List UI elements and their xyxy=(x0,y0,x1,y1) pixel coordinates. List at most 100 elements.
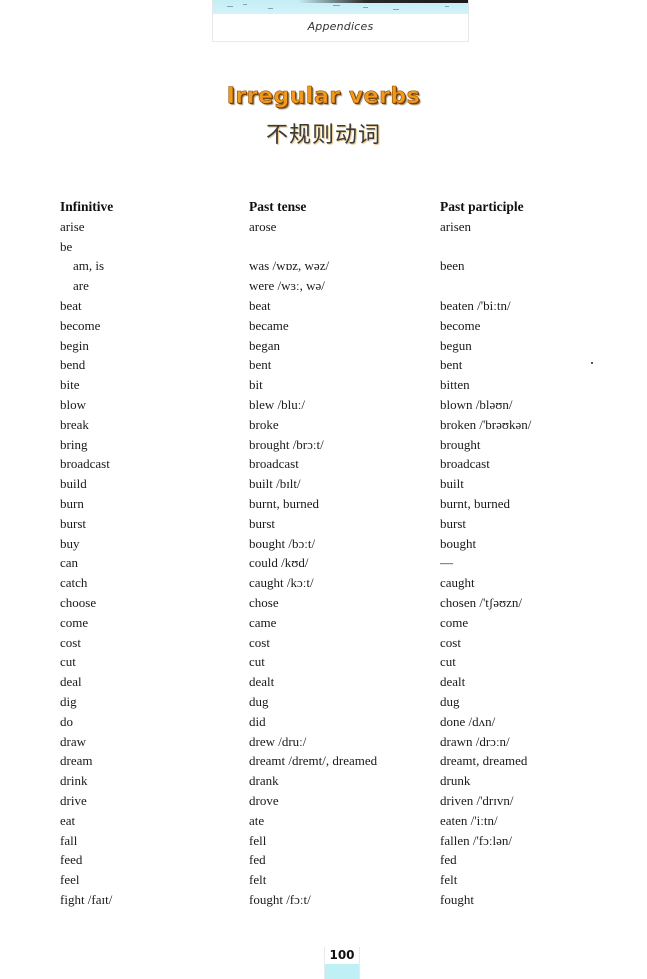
cell-infinitive: burn xyxy=(60,495,84,511)
cell-past-participle: burst xyxy=(440,515,466,531)
cell-infinitive: dig xyxy=(60,693,77,709)
cell-past-participle: dug xyxy=(440,693,460,709)
page-number-box: 100 xyxy=(324,947,360,979)
table-row: drive drove driven /'drɪvn/ xyxy=(60,791,600,811)
decorative-fleck xyxy=(243,4,247,5)
cell-infinitive: broadcast xyxy=(60,456,110,472)
cell-past-participle: caught xyxy=(440,575,475,591)
table-row: arise arose arisen xyxy=(60,217,600,237)
cell-past-participle: dealt xyxy=(440,674,466,690)
cell-infinitive: draw xyxy=(60,733,86,749)
cell-past-tense: dreamt /dremt/, dreamed xyxy=(249,753,378,769)
cell-past-participle: — xyxy=(440,555,453,571)
column-header-infinitive: Infinitive xyxy=(60,199,114,214)
cell-infinitive: can xyxy=(60,555,79,571)
cell-past-tense: burst xyxy=(249,515,275,531)
cell-past-tense: did xyxy=(249,713,266,729)
cell-past-tense: drew /druː/ xyxy=(249,733,307,749)
cell-past-participle: built xyxy=(440,476,464,492)
table-row: bring brought /brɔːt/brought xyxy=(60,435,600,455)
cell-infinitive: drive xyxy=(60,792,87,808)
cell-past-participle: eaten /'iːtn/ xyxy=(440,812,498,828)
cell-past-tense: broke xyxy=(249,416,279,432)
scan-speck xyxy=(591,362,593,364)
cell-past-tense: dealt xyxy=(249,674,275,690)
decorative-fleck xyxy=(227,6,233,7)
table-row: fall fell fallen /'fɔːlən/ xyxy=(60,831,600,851)
cell-past-tense xyxy=(249,237,440,257)
table-row: broadcast broadcast broadcast xyxy=(60,454,600,474)
cell-infinitive: fight /faɪt/ xyxy=(60,891,113,907)
cell-past-tense: caught /kɔːt/ xyxy=(249,575,314,591)
cell-past-tense: became xyxy=(249,317,289,333)
cell-past-tense: burnt, burned xyxy=(249,495,320,511)
header-banner: Appendices xyxy=(212,0,469,42)
table-row: dream dreamt /dremt/, dreamed dreamt, drea… xyxy=(60,751,600,771)
page-number-fill xyxy=(325,964,359,979)
cell-past-tense: built /bɪlt/ xyxy=(249,476,301,492)
cell-past-tense: drank xyxy=(249,773,279,789)
section-title: Appendices xyxy=(307,20,374,33)
decorative-fleck xyxy=(393,9,399,10)
table-row: build built /bɪlt/built xyxy=(60,474,600,494)
table-row: am, is was /wɒz, wəz/been xyxy=(60,256,600,276)
cell-past-tense: cut xyxy=(249,654,265,670)
cell-past-tense: blew /bluː/ xyxy=(249,396,305,412)
table-header-row: Infinitive Past tense Past participle xyxy=(60,197,600,217)
cell-past-tense: arose xyxy=(249,218,277,234)
cell-past-participle: drawn /drɔːn/ xyxy=(440,733,510,749)
cell-past-participle: bought xyxy=(440,535,477,551)
page-subtitle-chinese: 不规则动词 xyxy=(265,123,381,148)
cell-infinitive: build xyxy=(60,476,87,492)
cell-past-tense: fought /fɔːt/ xyxy=(249,891,311,907)
cell-infinitive: fall xyxy=(60,832,78,848)
cell-past-participle: cost xyxy=(440,634,461,650)
cell-past-participle: become xyxy=(440,317,481,333)
table-row: come came come xyxy=(60,613,600,633)
cell-past-participle: beaten /'biːtn/ xyxy=(440,297,511,313)
table-row: do did done /dʌn/ xyxy=(60,712,600,732)
cell-past-tense: felt xyxy=(249,872,267,888)
cell-infinitive: arise xyxy=(60,218,85,234)
cell-infinitive: blow xyxy=(60,396,86,412)
table-row: be xyxy=(60,237,600,257)
table-row: feed fed fed xyxy=(60,850,600,870)
cell-past-tense: chose xyxy=(249,594,279,610)
cell-infinitive: become xyxy=(60,317,101,333)
cell-past-tense: was /wɒz, wəz/ xyxy=(249,258,330,274)
cell-infinitive: dream xyxy=(60,753,93,769)
cell-past-participle: blown /bləʊn/ xyxy=(440,396,513,412)
cell-past-participle: come xyxy=(440,614,469,630)
cell-infinitive: be xyxy=(60,238,73,254)
cell-past-participle: drunk xyxy=(440,773,471,789)
cell-past-tense: dug xyxy=(249,693,269,709)
cell-past-tense: could /kʊd/ xyxy=(249,555,309,571)
cell-infinitive: eat xyxy=(60,812,76,828)
cell-infinitive: cut xyxy=(60,654,76,670)
page-number: 100 xyxy=(329,948,355,962)
table-row: fight /faɪt/fought /fɔːt/fought xyxy=(60,890,600,910)
table-body: arise arose arisen be am, is was /wɒz, wəz/be… xyxy=(60,217,600,910)
cell-past-participle: begun xyxy=(440,337,472,353)
table-row: choose chose chosen /'tʃəʊzn/ xyxy=(60,593,600,613)
cell-past-participle: fallen /'fɔːlən/ xyxy=(440,832,513,848)
cell-past-participle: done /dʌn/ xyxy=(440,713,496,729)
cell-infinitive: feel xyxy=(60,872,80,888)
cell-past-tense: ate xyxy=(249,812,265,828)
cell-past-participle: bitten xyxy=(440,377,470,393)
decorative-fleck xyxy=(333,5,340,6)
cell-past-tense: were /wɜː, wə/ xyxy=(249,278,325,294)
decorative-fleck xyxy=(445,6,449,7)
cell-infinitive: burst xyxy=(60,515,86,531)
cell-past-participle: driven /'drɪvn/ xyxy=(440,792,514,808)
cell-past-participle: arisen xyxy=(440,218,472,234)
cell-infinitive: are xyxy=(73,278,89,294)
cell-past-tense: fell xyxy=(249,832,267,848)
cell-infinitive: feed xyxy=(60,852,83,868)
cell-past-tense: came xyxy=(249,614,277,630)
cell-infinitive: drink xyxy=(60,773,88,789)
cell-infinitive: do xyxy=(60,713,73,729)
cell-infinitive: come xyxy=(60,614,89,630)
cell-infinitive: begin xyxy=(60,337,89,353)
cell-past-participle: chosen /'tʃəʊzn/ xyxy=(440,594,523,610)
